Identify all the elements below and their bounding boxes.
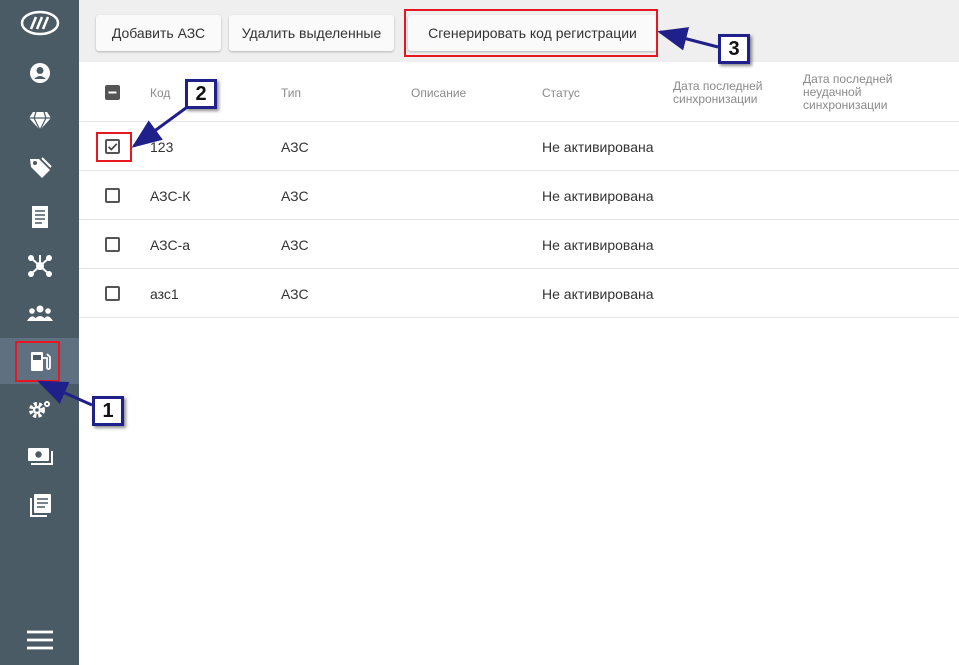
table-row[interactable]: АЗС-К АЗС Не активирована: [79, 171, 959, 220]
table-row[interactable]: 123 АЗС Не активирована: [79, 122, 959, 171]
cell-status: Не активирована: [542, 237, 654, 253]
logo-icon[interactable]: [0, 0, 79, 46]
row-checkbox[interactable]: [105, 286, 120, 301]
tag-icon[interactable]: [0, 145, 79, 191]
select-all-checkbox[interactable]: [105, 85, 120, 100]
cash-icon[interactable]: [0, 434, 79, 480]
column-header-status[interactable]: Статус: [542, 87, 580, 100]
cell-code: АЗС-К: [150, 188, 191, 204]
cell-code: 123: [150, 139, 174, 155]
network-icon[interactable]: [0, 243, 79, 289]
sidebar: [0, 0, 79, 665]
settings-icon[interactable]: [0, 386, 79, 432]
cell-status: Не активирована: [542, 139, 654, 155]
users-icon[interactable]: [0, 290, 79, 336]
toolbar: Добавить АЗС Удалить выделенные Сгенерир…: [79, 0, 959, 62]
cell-type: АЗС: [281, 188, 309, 204]
fuel-station-icon[interactable]: [0, 338, 79, 384]
column-header-code[interactable]: Код: [150, 87, 170, 100]
column-header-type[interactable]: Тип: [281, 87, 301, 100]
journal-icon[interactable]: [0, 482, 79, 528]
annotation-badge-1: 1: [92, 396, 124, 426]
annotation-badge-2: 2: [185, 79, 217, 109]
column-header-last-sync[interactable]: Дата последней синхронизации: [673, 80, 783, 106]
annotation-badge-3: 3: [718, 34, 750, 64]
user-icon[interactable]: [0, 50, 79, 96]
cell-code: АЗС-а: [150, 237, 191, 253]
add-station-button[interactable]: Добавить АЗС: [96, 15, 221, 51]
menu-icon[interactable]: [0, 617, 79, 663]
cell-type: АЗС: [281, 139, 309, 155]
cell-type: АЗС: [281, 237, 309, 253]
cell-type: АЗС: [281, 286, 309, 302]
delete-selected-button[interactable]: Удалить выделенные: [229, 15, 394, 51]
table-row[interactable]: АЗС-а АЗС Не активирована: [79, 220, 959, 269]
cell-code: азс1: [150, 286, 179, 302]
column-header-last-failed-sync[interactable]: Дата последней неудачной синхронизации: [803, 73, 913, 112]
row-checkbox[interactable]: [105, 237, 120, 252]
column-header-description[interactable]: Описание: [411, 87, 466, 100]
cell-status: Не активирована: [542, 188, 654, 204]
row-checkbox[interactable]: [105, 188, 120, 203]
table-row[interactable]: азс1 АЗС Не активирована: [79, 269, 959, 318]
diamond-icon[interactable]: [0, 98, 79, 144]
row-checkbox[interactable]: [105, 139, 120, 154]
generate-registration-code-button[interactable]: Сгенерировать код регистрации: [408, 15, 657, 51]
cell-status: Не активирована: [542, 286, 654, 302]
receipt-icon[interactable]: [0, 194, 79, 240]
